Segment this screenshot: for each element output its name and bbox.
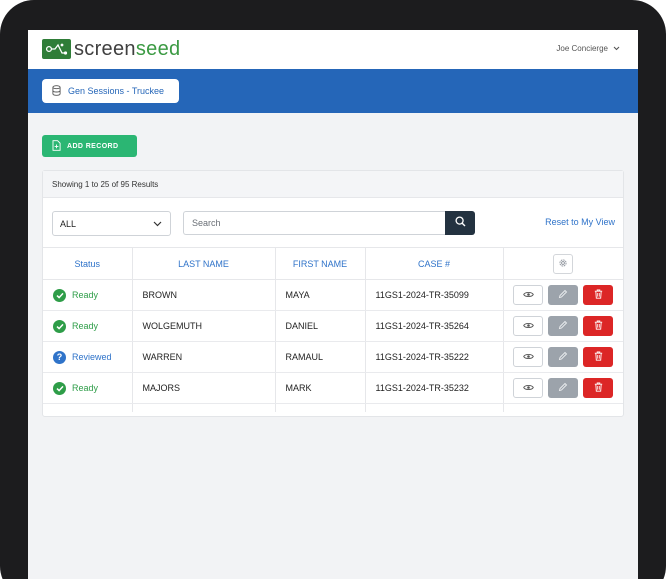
- view-button[interactable]: [513, 347, 544, 367]
- gear-icon: [558, 258, 568, 270]
- status-label: Ready: [72, 383, 99, 393]
- col-header-first-name[interactable]: FIRST NAME: [274, 247, 365, 280]
- session-selector-button[interactable]: Gen Sessions - Truckee: [42, 79, 179, 103]
- user-menu[interactable]: Joe Concierge: [556, 44, 620, 53]
- cell-first-name: MAYA: [274, 279, 365, 311]
- records-table: Status LAST NAME FIRST NAME CASE # Ready…: [43, 247, 623, 412]
- edit-button[interactable]: [548, 378, 579, 398]
- cell-case-number: 11GS1-2024-TR-35232: [364, 372, 503, 404]
- session-label: Gen Sessions - Truckee: [68, 86, 165, 96]
- cell-first-name: RAMAUL: [274, 341, 365, 373]
- device-frame: screenseed Joe Concierge Gen Sessions - …: [0, 0, 666, 579]
- eye-icon: [522, 383, 534, 393]
- circuit-logo-icon: [42, 39, 71, 59]
- eye-icon: [522, 321, 534, 331]
- records-card: Showing 1 to 25 of 95 Results ALL Reset …: [42, 170, 624, 417]
- view-button[interactable]: [513, 285, 544, 305]
- cell-last-name: WARREN: [131, 341, 275, 373]
- status-ready: Ready: [43, 381, 132, 395]
- filter-select[interactable]: ALL: [52, 211, 171, 236]
- top-bar: screenseed Joe Concierge: [28, 30, 638, 69]
- edit-button[interactable]: [548, 347, 579, 367]
- cell-case-number: 11GS1-2024-TR-35222: [364, 341, 503, 373]
- eye-icon: [522, 352, 534, 362]
- question-circle-icon: ?: [53, 350, 66, 364]
- brand-part-1: screen: [74, 38, 136, 60]
- check-circle-icon: [53, 381, 66, 395]
- table-row[interactable]: Ready MAJORS MARK 11GS1-2024-TR-35232: [43, 372, 624, 404]
- delete-button[interactable]: [583, 378, 614, 398]
- session-band: Gen Sessions - Truckee: [28, 69, 638, 113]
- status-ready: Ready: [43, 319, 132, 333]
- check-circle-icon: [53, 288, 66, 302]
- trash-icon: [594, 382, 603, 394]
- search-button[interactable]: [445, 211, 475, 235]
- status-label: Reviewed: [72, 352, 112, 362]
- app-screen: screenseed Joe Concierge Gen Sessions - …: [28, 30, 638, 579]
- pencil-icon: [558, 351, 568, 363]
- pencil-icon: [558, 382, 568, 394]
- delete-button[interactable]: [583, 347, 614, 367]
- add-record-label: ADD RECORD: [67, 142, 119, 150]
- status-label: Ready: [72, 321, 99, 331]
- cell-case-number: 11GS1-2024-TR-35264: [364, 310, 503, 342]
- chevron-down-icon: [153, 219, 162, 229]
- table-spacer-row: [43, 403, 623, 412]
- add-record-button[interactable]: ADD RECORD: [42, 135, 137, 157]
- eye-icon: [522, 290, 534, 300]
- row-actions: [504, 378, 624, 398]
- table-row[interactable]: Ready BROWN MAYA 11GS1-2024-TR-35099: [43, 279, 624, 311]
- col-header-case[interactable]: CASE #: [364, 247, 503, 280]
- status-reviewed: ? Reviewed: [43, 350, 132, 364]
- row-actions: [504, 285, 624, 305]
- table-row[interactable]: ? Reviewed WARREN RAMAUL 11GS1-2024-TR-3…: [43, 341, 624, 373]
- cell-case-number: 11GS1-2024-TR-35099: [364, 279, 503, 311]
- brand-part-2: seed: [135, 38, 181, 60]
- user-name: Joe Concierge: [556, 44, 608, 53]
- row-actions: [504, 347, 624, 367]
- trash-icon: [594, 351, 603, 363]
- brand-wordmark: screenseed: [74, 39, 180, 59]
- reset-view-link[interactable]: Reset to My View: [545, 217, 615, 227]
- cell-last-name: MAJORS: [131, 372, 275, 404]
- table-header-row: Status LAST NAME FIRST NAME CASE #: [43, 247, 623, 280]
- cell-last-name: BROWN: [131, 279, 275, 311]
- col-header-status[interactable]: Status: [43, 247, 132, 280]
- view-button[interactable]: [513, 378, 544, 398]
- delete-button[interactable]: [583, 316, 614, 336]
- column-settings-button[interactable]: [553, 253, 574, 274]
- filter-selected-value: ALL: [60, 218, 77, 229]
- view-button[interactable]: [513, 316, 544, 336]
- check-circle-icon: [53, 319, 66, 333]
- brand-logo[interactable]: screenseed: [42, 39, 180, 59]
- database-icon: [52, 84, 61, 98]
- pencil-icon: [558, 320, 568, 332]
- edit-button[interactable]: [548, 316, 579, 336]
- document-plus-icon: [52, 139, 61, 153]
- cell-last-name: WOLGEMUTH: [131, 310, 275, 342]
- delete-button[interactable]: [583, 285, 614, 305]
- search-input[interactable]: [183, 211, 446, 235]
- col-header-last-name[interactable]: LAST NAME: [131, 247, 275, 280]
- col-header-actions: [502, 247, 623, 280]
- cell-first-name: DANIEL: [274, 310, 365, 342]
- chevron-down-icon: [613, 44, 620, 53]
- results-summary: Showing 1 to 25 of 95 Results: [43, 171, 623, 198]
- edit-button[interactable]: [548, 285, 579, 305]
- status-label: Ready: [72, 290, 99, 300]
- table-row[interactable]: Ready WOLGEMUTH DANIEL 11GS1-2024-TR-352…: [43, 310, 624, 342]
- cell-first-name: MARK: [274, 372, 365, 404]
- pencil-icon: [558, 289, 568, 301]
- status-ready: Ready: [43, 288, 132, 302]
- row-actions: [504, 316, 624, 336]
- trash-icon: [594, 289, 603, 301]
- search-icon: [454, 214, 466, 232]
- trash-icon: [594, 320, 603, 332]
